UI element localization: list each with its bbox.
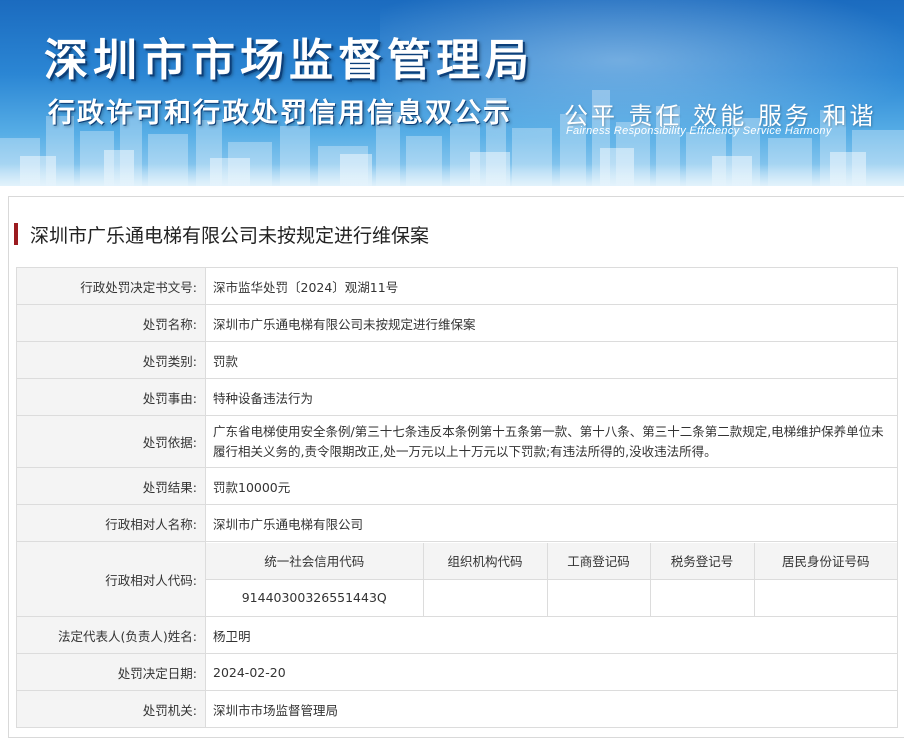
- party-name-label: 行政相对人名称:: [16, 504, 206, 542]
- table-row: 处罚结果: 罚款10000元: [16, 467, 898, 505]
- case-title: 深圳市广乐通电梯有限公司未按规定进行维保案: [30, 224, 430, 247]
- site-title: 深圳市市场监督管理局: [44, 35, 534, 86]
- table-row: 处罚决定日期: 2024-02-20: [16, 653, 898, 691]
- penalty-type-label: 处罚类别:: [16, 341, 206, 379]
- decision-date-value: 2024-02-20: [205, 653, 898, 691]
- penalty-basis-label: 处罚依据:: [16, 415, 206, 468]
- penalty-reason-label: 处罚事由:: [16, 378, 206, 416]
- header-banner: 深圳市市场监督管理局 行政许可和行政处罚信用信息双公示 公平 责任 效能 服务 …: [0, 0, 904, 186]
- table-row: 行政相对人名称: 深圳市广乐通电梯有限公司: [16, 504, 898, 542]
- credit-code-value: 91440300326551443Q: [206, 578, 424, 616]
- table-row: 处罚类别: 罚款: [16, 341, 898, 379]
- id-card-header: 居民身份证号码: [753, 542, 897, 580]
- table-row: 处罚事由: 特种设备违法行为: [16, 378, 898, 416]
- banner-ground: [0, 164, 904, 186]
- legal-rep-value: 杨卫明: [205, 616, 898, 654]
- penalty-info-table: 行政处罚决定书文号: 深市监华处罚〔2024〕观湖11号 处罚名称: 深圳市广乐…: [16, 267, 898, 728]
- org-code-header: 组织机构代码: [422, 542, 548, 580]
- id-card-value: [753, 578, 897, 616]
- legal-rep-label: 法定代表人(负责人)姓名:: [16, 616, 206, 654]
- table-row: 处罚机关: 深圳市市场监督管理局: [16, 690, 898, 728]
- penalty-result-label: 处罚结果:: [16, 467, 206, 505]
- credit-code-header: 统一社会信用代码: [206, 542, 424, 580]
- doc-no-value: 深市监华处罚〔2024〕观湖11号: [205, 267, 898, 305]
- doc-no-label: 行政处罚决定书文号:: [16, 267, 206, 305]
- business-reg-header: 工商登记码: [546, 542, 651, 580]
- org-code-value: [422, 578, 548, 616]
- party-code-header-row: 统一社会信用代码 组织机构代码 工商登记码 税务登记号 居民身份证号码: [206, 542, 897, 580]
- penalty-result-value: 罚款10000元: [205, 467, 898, 505]
- heading-accent-bar: [14, 223, 18, 245]
- tax-reg-value: [649, 578, 755, 616]
- business-reg-value: [546, 578, 651, 616]
- decision-date-label: 处罚决定日期:: [16, 653, 206, 691]
- slogan-english: Fairness Responsibility Efficiency Servi…: [566, 125, 832, 137]
- penalty-name-label: 处罚名称:: [16, 304, 206, 342]
- penalty-name-value: 深圳市广乐通电梯有限公司未按规定进行维保案: [205, 304, 898, 342]
- case-heading: 深圳市广乐通电梯有限公司未按规定进行维保案: [14, 222, 430, 247]
- penalty-type-value: 罚款: [205, 341, 898, 379]
- tax-reg-header: 税务登记号: [649, 542, 755, 580]
- site-subtitle: 行政许可和行政处罚信用信息双公示: [48, 98, 512, 129]
- penalty-reason-value: 特种设备违法行为: [205, 378, 898, 416]
- party-code-value-row: 91440300326551443Q: [206, 578, 897, 616]
- table-row: 行政处罚决定书文号: 深市监华处罚〔2024〕观湖11号: [16, 267, 898, 305]
- table-row: 处罚依据: 广东省电梯使用安全条例/第三十七条违反本条例第十五条第一款、第十八条…: [16, 415, 898, 468]
- party-code-table: 统一社会信用代码 组织机构代码 工商登记码 税务登记号 居民身份证号码 9144…: [206, 542, 897, 616]
- penalty-basis-value: 广东省电梯使用安全条例/第三十七条违反本条例第十五条第一款、第十八条、第三十二条…: [205, 415, 898, 468]
- table-row: 法定代表人(负责人)姓名: 杨卫明: [16, 616, 898, 654]
- party-name-value: 深圳市广乐通电梯有限公司: [205, 504, 898, 542]
- authority-label: 处罚机关:: [16, 690, 206, 728]
- table-row: 行政相对人代码: 统一社会信用代码 组织机构代码 工商登记码 税务登记号 居民身…: [16, 541, 898, 617]
- party-code-label: 行政相对人代码:: [16, 541, 206, 617]
- table-row: 处罚名称: 深圳市广乐通电梯有限公司未按规定进行维保案: [16, 304, 898, 342]
- authority-value: 深圳市市场监督管理局: [205, 690, 898, 728]
- party-code-cell: 统一社会信用代码 组织机构代码 工商登记码 税务登记号 居民身份证号码 9144…: [205, 541, 898, 617]
